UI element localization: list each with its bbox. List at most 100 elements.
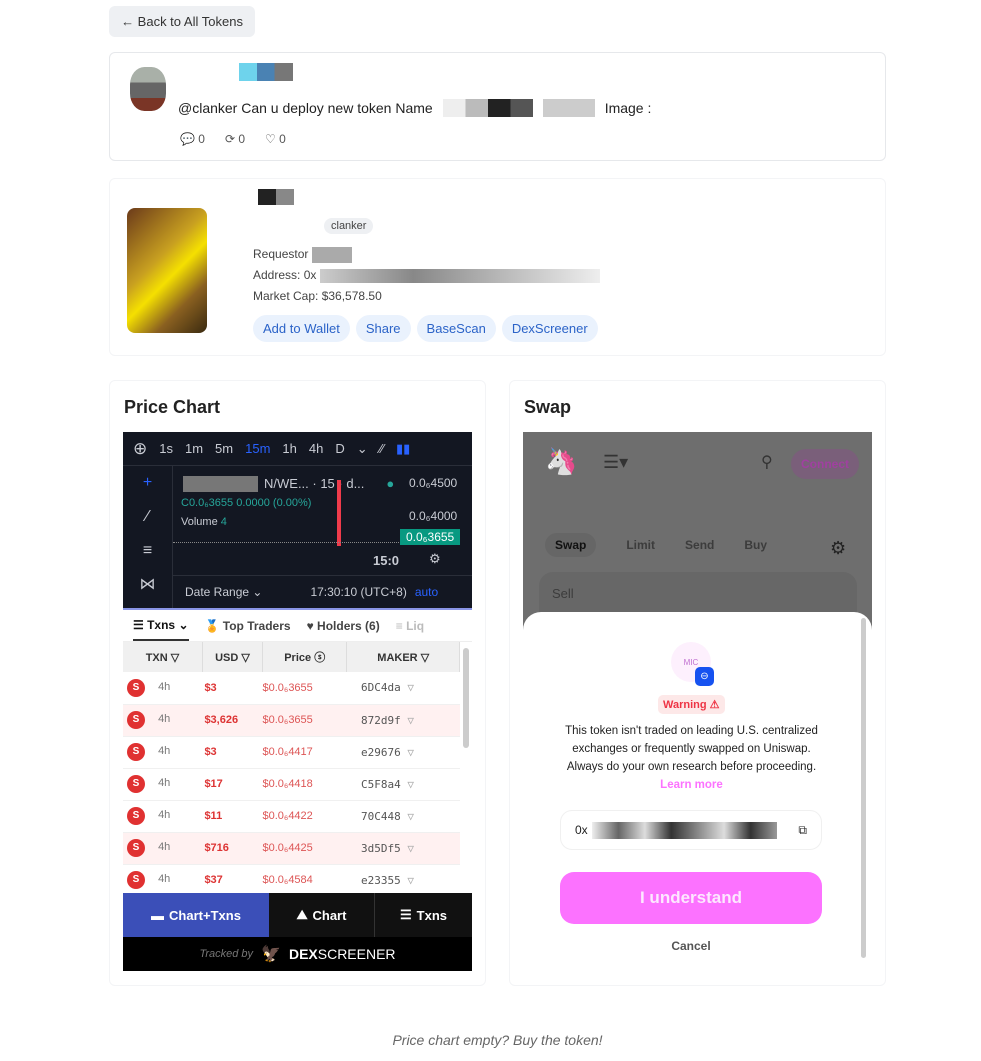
crosshair-icon[interactable]: + bbox=[123, 466, 172, 500]
recast-count[interactable]: ⟳ 0 bbox=[225, 132, 245, 146]
col-maker[interactable]: MAKER ▽ bbox=[346, 642, 460, 672]
timeframe-1m[interactable]: 1m bbox=[185, 441, 203, 456]
clock: 17:30:10 (UTC+8) bbox=[310, 585, 407, 599]
tab-swap[interactable]: Swap bbox=[545, 533, 597, 557]
tweet-text-suffix: Image : bbox=[604, 100, 652, 116]
uniswap-logo-icon[interactable]: 🦄 bbox=[545, 446, 577, 477]
timeframe-4h[interactable]: 4h bbox=[309, 441, 323, 456]
txn-maker[interactable]: 70C448 ▽ bbox=[346, 800, 460, 833]
auto-scale-button[interactable]: auto bbox=[415, 585, 438, 599]
txn-maker[interactable]: e23355 ▽ bbox=[346, 864, 460, 893]
dexscreener-button[interactable]: DexScreener bbox=[501, 315, 598, 342]
settings-gear-icon[interactable]: ⚙ bbox=[830, 538, 846, 559]
menu-icon[interactable]: ☰▾ bbox=[603, 452, 628, 473]
date-range-dropdown[interactable]: Date Range ⌄ bbox=[185, 585, 262, 599]
filter-icon[interactable]: ▽ bbox=[407, 746, 414, 759]
tab-liquidity[interactable]: ≡ Liq bbox=[396, 619, 424, 633]
candlestick-icon[interactable]: ▮▮ bbox=[396, 441, 410, 457]
table-row[interactable]: S 4h $3 $0.0₆4417 e29676 ▽ bbox=[123, 736, 460, 769]
price-chart-title: Price Chart bbox=[124, 397, 221, 417]
txn-price: $0.0₆3655 bbox=[262, 704, 347, 737]
table-row[interactable]: S 4h $3 $0.0₆3655 6DC4da ▽ bbox=[123, 672, 460, 705]
view-chart[interactable]: ⛰ Chart bbox=[269, 893, 375, 937]
filter-icon[interactable]: ▽ bbox=[407, 874, 414, 887]
table-row[interactable]: S 4h $17 $0.0₆4418 C5F8a4 ▽ bbox=[123, 768, 460, 801]
search-icon[interactable]: ⚲ bbox=[761, 452, 773, 472]
add-to-wallet-button[interactable]: Add to Wallet bbox=[253, 315, 350, 342]
col-txn[interactable]: TXN ▽ bbox=[123, 642, 203, 672]
line-chart-icon[interactable]: ⁄⁄ bbox=[380, 441, 384, 456]
view-txns[interactable]: ☰ Txns bbox=[375, 893, 472, 937]
i-understand-button[interactable]: I understand bbox=[560, 872, 822, 924]
table-row[interactable]: S 4h $37 $0.0₆4584 e23355 ▽ bbox=[123, 864, 460, 893]
tab-holders[interactable]: ♥ Holders (6) bbox=[307, 619, 380, 633]
filter-icon[interactable]: ▽ bbox=[407, 778, 414, 791]
sell-badge: S bbox=[127, 743, 145, 761]
filter-icon[interactable]: ▽ bbox=[407, 714, 414, 727]
chevron-down-icon[interactable]: ⌄ bbox=[357, 441, 368, 457]
uniswap-embed: 🦄 ☰▾ ⚲ Connect Swap Limit Send Buy ⚙ Sel… bbox=[523, 432, 872, 971]
learn-more-link[interactable]: Learn more bbox=[660, 779, 723, 791]
txn-maker[interactable]: 872d9f ▽ bbox=[346, 704, 460, 737]
filter-icon[interactable]: ▽ bbox=[407, 681, 414, 694]
timeframe-1s[interactable]: 1s bbox=[159, 441, 173, 456]
timeframe-d[interactable]: D bbox=[335, 441, 344, 456]
volume-value: 4 bbox=[220, 516, 227, 528]
txn-price: $0.0₆4425 bbox=[262, 832, 347, 865]
txn-usd: $37 bbox=[202, 864, 263, 893]
table-scrollbar[interactable] bbox=[463, 648, 469, 748]
txn-price: $0.0₆3655 bbox=[262, 672, 347, 705]
timeframe-5m[interactable]: 5m bbox=[215, 441, 233, 456]
connect-button[interactable]: Connect bbox=[791, 449, 859, 479]
table-row[interactable]: S 4h $716 $0.0₆4425 3d5Df5 ▽ bbox=[123, 832, 460, 865]
tracked-by-dexscreener[interactable]: Tracked by 🦅 DEXSCREENER bbox=[123, 937, 472, 971]
txn-age: 4h bbox=[158, 713, 171, 725]
tweet-author-redacted bbox=[239, 63, 293, 81]
pattern-icon[interactable]: ⋈ bbox=[123, 568, 172, 602]
txn-maker[interactable]: C5F8a4 ▽ bbox=[346, 768, 460, 801]
cancel-button[interactable]: Cancel bbox=[523, 939, 859, 953]
tab-txns[interactable]: ☰ Txns ⌄ bbox=[133, 611, 189, 641]
col-price[interactable]: Price ⓢ bbox=[262, 642, 348, 672]
token-name-redacted bbox=[258, 189, 294, 205]
txn-usd: $3 bbox=[202, 672, 263, 705]
tab-top-traders[interactable]: 🏅 Top Traders bbox=[205, 619, 291, 633]
sell-badge: S bbox=[127, 678, 145, 697]
txn-price: $0.0₆4418 bbox=[262, 768, 347, 801]
col-usd[interactable]: USD ▽ bbox=[202, 642, 263, 672]
tab-limit[interactable]: Limit bbox=[626, 538, 655, 557]
txn-maker[interactable]: e29676 ▽ bbox=[346, 736, 460, 769]
share-button[interactable]: Share bbox=[355, 315, 411, 342]
pair-label: N/WE... · 15 · d... bbox=[264, 476, 365, 491]
token-image bbox=[127, 208, 207, 333]
txn-maker[interactable]: 6DC4da ▽ bbox=[346, 672, 460, 705]
requestor: Requestor bbox=[253, 244, 600, 265]
redacted-name bbox=[442, 99, 533, 117]
copy-icon[interactable]: ⧉ bbox=[798, 823, 807, 838]
tweet-avatar bbox=[130, 67, 166, 111]
back-button[interactable]: ← Back to All Tokens bbox=[109, 6, 255, 37]
view-chart-txns[interactable]: ▬ Chart+Txns bbox=[123, 893, 269, 937]
horizontal-lines-icon[interactable]: ≡ bbox=[123, 534, 172, 568]
filter-icon[interactable]: ▽ bbox=[407, 810, 414, 823]
add-indicator-icon[interactable]: ⊕ bbox=[133, 439, 147, 459]
like-count[interactable]: ♡ 0 bbox=[265, 132, 286, 146]
modal-scrollbar[interactable] bbox=[861, 618, 866, 958]
table-row[interactable]: S 4h $11 $0.0₆4422 70C448 ▽ bbox=[123, 800, 460, 833]
tab-send[interactable]: Send bbox=[685, 538, 714, 557]
timeframe-15m[interactable]: 15m bbox=[245, 441, 270, 456]
tweet-text: @clanker Can u deploy new token Name bbox=[178, 100, 433, 116]
filter-icon[interactable]: ▽ bbox=[407, 842, 414, 855]
timeframe-1h[interactable]: 1h bbox=[282, 441, 296, 456]
warning-text: This token isn't traded on leading U.S. … bbox=[565, 725, 818, 791]
txn-age: 4h bbox=[158, 809, 171, 821]
table-row[interactable]: S 4h $3,626 $0.0₆3655 872d9f ▽ bbox=[123, 704, 460, 737]
trendline-icon[interactable]: ⁄ bbox=[123, 500, 172, 534]
txn-price: $0.0₆4584 bbox=[262, 864, 347, 893]
tab-buy[interactable]: Buy bbox=[744, 538, 767, 557]
chart-settings-icon[interactable]: ⚙ bbox=[429, 551, 441, 567]
token-address-box: 0x ⧉ bbox=[560, 810, 822, 850]
txn-maker[interactable]: 3d5Df5 ▽ bbox=[346, 832, 460, 865]
reply-count[interactable]: 💬 0 bbox=[180, 132, 205, 146]
basescan-button[interactable]: BaseScan bbox=[416, 315, 496, 342]
